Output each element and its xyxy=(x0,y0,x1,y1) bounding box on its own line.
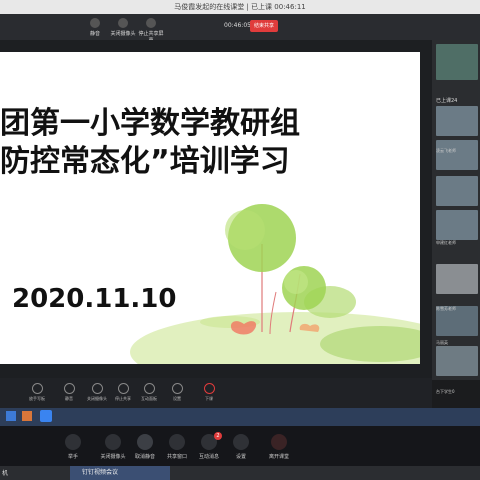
camera-button[interactable]: 关闭摄像头 xyxy=(110,18,136,37)
leave-class-button[interactable]: 离开课堂 xyxy=(264,434,294,460)
power-icon xyxy=(271,434,287,450)
chat-icon xyxy=(143,383,155,394)
meeting-title: 马俊霞发起的在线课堂 | 已上课 00:46:11 xyxy=(174,3,306,11)
interaction-panel-button[interactable]: 互动面板 xyxy=(138,383,160,402)
participant-video[interactable] xyxy=(436,140,478,170)
unmute-button[interactable]: 取消静音 xyxy=(130,434,160,460)
participant-video[interactable] xyxy=(436,264,478,294)
participant-video[interactable] xyxy=(436,44,478,80)
raise-hand-button[interactable]: 举手 xyxy=(58,434,88,460)
participant-name: 申建红老师 xyxy=(436,240,456,245)
whiteboard-button[interactable]: 放手写板 xyxy=(26,383,48,402)
power-icon xyxy=(203,383,215,394)
microphone-icon xyxy=(90,18,100,28)
presentation-slide: 团第一小学数学教研组 防控常态化”培训学习 2020.11.10 xyxy=(0,52,420,364)
microphone-muted-icon xyxy=(137,434,153,450)
camera-button[interactable]: 关闭摄像头 xyxy=(98,434,128,460)
online-count: 已上课24 xyxy=(436,98,458,104)
mute-button[interactable]: 静音 xyxy=(82,18,108,37)
offstage-students: 台下学生0 xyxy=(436,389,455,394)
participant-video[interactable] xyxy=(436,106,478,136)
microphone-icon xyxy=(63,383,75,394)
hand-icon xyxy=(31,383,43,394)
elapsed-timer: 00:46:05 xyxy=(224,22,251,29)
dingtalk-meeting-tab[interactable]: 钉钉视频会议 xyxy=(70,466,170,480)
message-badge: 2 xyxy=(214,432,222,440)
camera-icon xyxy=(91,383,103,394)
screen-share-icon xyxy=(117,383,129,394)
participant-video[interactable] xyxy=(436,210,478,240)
app-icon[interactable] xyxy=(22,411,32,421)
participant-name: 凌云飞老师 xyxy=(436,148,456,153)
app-icon[interactable] xyxy=(6,411,16,421)
settings-button[interactable]: 设置 xyxy=(226,434,256,460)
end-share-button[interactable]: 结束共享 xyxy=(250,20,278,32)
share-window-button[interactable]: 共享窗口 xyxy=(162,434,192,460)
camera-icon xyxy=(105,434,121,450)
screen-share-icon xyxy=(146,18,156,28)
camera-button[interactable]: 关闭摄像头 xyxy=(86,383,108,402)
participant-video[interactable] xyxy=(436,176,478,206)
participant-video[interactable] xyxy=(436,346,478,376)
participant-name: 陈雪芳老师 xyxy=(436,306,456,311)
hand-icon xyxy=(65,434,81,450)
os-taskbar xyxy=(0,408,480,426)
slide-illustration xyxy=(130,204,420,364)
dingtalk-icon[interactable] xyxy=(40,410,52,422)
participant-name: 马丽英 xyxy=(436,340,448,345)
end-class-button[interactable]: 下课 xyxy=(198,383,220,402)
gear-icon xyxy=(233,434,249,450)
mute-button[interactable]: 静音 xyxy=(58,383,80,402)
stop-share-button[interactable]: 停止共享 xyxy=(112,383,134,402)
settings-button[interactable]: 设置 xyxy=(166,383,188,402)
screen-share-icon xyxy=(169,434,185,450)
gear-icon xyxy=(171,383,183,394)
camera-icon xyxy=(118,18,128,28)
bottom-left-text: 机 xyxy=(2,470,9,477)
